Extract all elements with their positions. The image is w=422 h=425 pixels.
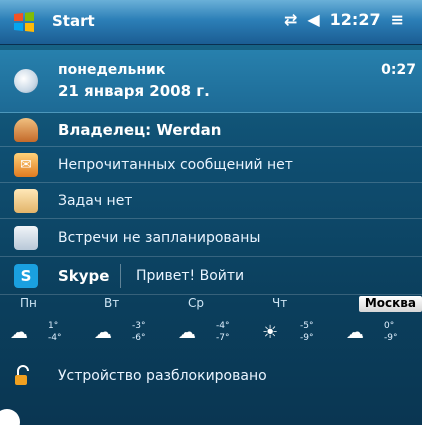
owner-row[interactable]: Владелец: Werdan <box>0 114 422 147</box>
weather-day: Вт ☁ -3° -6° <box>84 296 174 360</box>
temp-low: -9° <box>300 333 314 343</box>
lock-row[interactable]: Устройство разблокировано <box>0 362 422 392</box>
temp-low: -7° <box>216 333 230 343</box>
corner-badge <box>0 409 20 425</box>
skype-row[interactable]: S Skype Привет! Войти <box>0 258 422 295</box>
weather-day: Ср ☁ -4° -7° <box>168 296 258 360</box>
weather-day-name: Пн <box>20 296 37 310</box>
snow-cloud-icon: ☁ <box>94 322 112 343</box>
date-row[interactable]: понедельник 21 января 2008 г. 0:27 <box>0 50 422 113</box>
clock-icon <box>14 69 38 93</box>
weather-temps: 1° -4° <box>48 320 61 344</box>
temp-low: -6° <box>132 333 146 343</box>
sun-cloud-icon: ☀ <box>262 322 279 343</box>
skype-icon: S <box>14 264 38 288</box>
skype-divider <box>120 264 121 288</box>
start-menu-button[interactable]: Start <box>52 12 95 30</box>
temp-low: -4° <box>48 333 62 343</box>
time-indicator: 0:27 <box>381 62 416 78</box>
weather-temps: -4° -7° <box>216 320 229 344</box>
full-date: 21 января 2008 г. <box>58 82 210 100</box>
weather-temps: -3° -6° <box>132 320 145 344</box>
weather-panel[interactable]: Пн ☁ 1° -4° Вт ☁ -3° -6° Ср ☁ -4° -7° Чт <box>0 296 422 360</box>
temp-high: -5° <box>300 321 314 331</box>
skype-login-link[interactable]: Привет! Войти <box>136 268 244 284</box>
messages-row[interactable]: ✉ Непрочитанных сообщений нет <box>0 148 422 183</box>
volume-icon[interactable]: ◀︎ <box>307 10 319 29</box>
battery-icon[interactable]: ≡ <box>391 10 404 29</box>
messages-label: Непрочитанных сообщений нет <box>58 157 293 173</box>
weekday: понедельник <box>58 62 166 78</box>
weather-temps: -5° -9° <box>300 320 313 344</box>
weather-city-selector[interactable]: Москва <box>358 296 422 312</box>
weather-day-name: Вт <box>104 296 120 310</box>
temp-high: 1° <box>48 321 59 331</box>
weather-day-name: Ср <box>188 296 204 310</box>
clipboard-icon <box>14 189 38 213</box>
partly-cloudy-icon: ☁ <box>10 322 28 343</box>
title-bar: Start ⇄ ◀︎ 12:27 ≡ <box>0 0 422 45</box>
connectivity-icon[interactable]: ⇄ <box>284 10 297 29</box>
windows-logo-icon[interactable] <box>12 10 36 34</box>
lock-status-label: Устройство разблокировано <box>58 368 267 384</box>
owner-label: Владелец: Werdan <box>58 121 222 139</box>
partly-cloudy-icon: ☁ <box>178 322 196 343</box>
clock[interactable]: 12:27 <box>330 10 381 29</box>
tasks-label: Задач нет <box>58 193 133 209</box>
weather-day: Чт ☀ -5° -9° <box>252 296 342 360</box>
snow-cloud-icon: ☁ <box>346 322 364 343</box>
temp-high: -3° <box>132 321 146 331</box>
unlock-icon <box>15 365 29 385</box>
temp-low: -9° <box>384 333 398 343</box>
person-icon <box>14 118 38 142</box>
skype-name: Skype <box>58 267 110 285</box>
appointments-label: Встречи не запланированы <box>58 230 261 246</box>
temp-high: -4° <box>216 321 230 331</box>
tasks-row[interactable]: Задач нет <box>0 184 422 219</box>
envelope-icon: ✉ <box>14 153 38 177</box>
today-screen: Start ⇄ ◀︎ 12:27 ≡ понедельник 21 января… <box>0 0 422 425</box>
weather-day-name: Чт <box>272 296 288 310</box>
appointments-row[interactable]: Встречи не запланированы <box>0 220 422 257</box>
weather-day: Пн ☁ 1° -4° <box>0 296 90 360</box>
temp-high: 0° <box>384 321 395 331</box>
status-area: ⇄ ◀︎ 12:27 ≡ <box>284 10 404 29</box>
weather-temps: 0° -9° <box>384 320 397 344</box>
calendar-icon <box>14 226 38 250</box>
